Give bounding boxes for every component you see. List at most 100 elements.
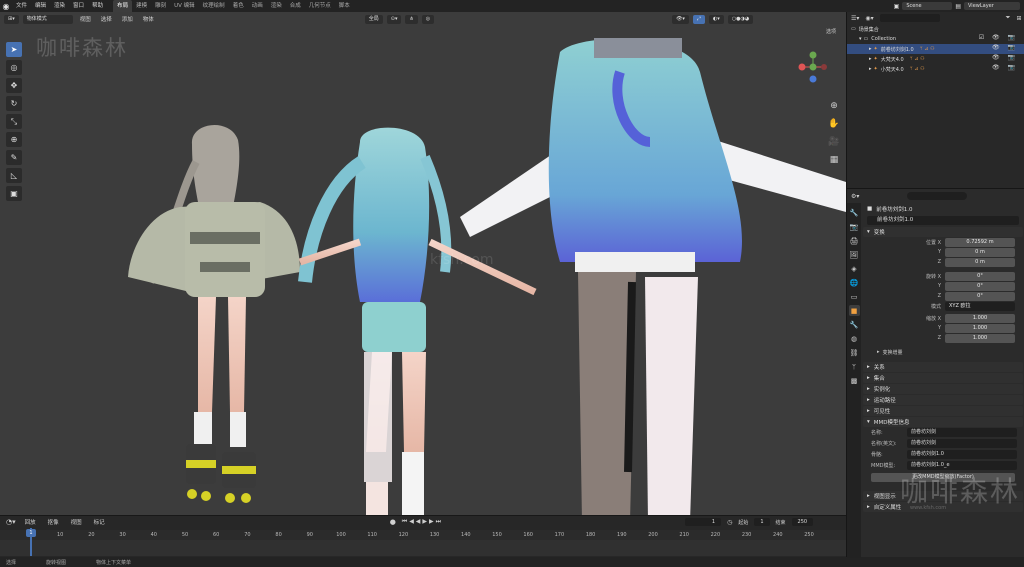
location-z-field[interactable]: 0 m [945, 257, 1015, 267]
properties-search-input[interactable] [907, 192, 967, 200]
tab-animation[interactable]: 动画 [248, 0, 267, 12]
menu-help[interactable]: 帮助 [88, 0, 107, 12]
navigation-gizmo-icon[interactable] [796, 50, 830, 84]
rotation-z-field[interactable]: 0° [945, 291, 1015, 301]
object-visibility-icons[interactable]: 👁 📷 [992, 54, 1018, 61]
scale-z-field[interactable]: 1.000 [945, 333, 1015, 343]
modifier-tab-icon[interactable]: 🔧 [849, 319, 860, 330]
rotation-mode-dropdown[interactable]: XYZ 欧拉 [945, 301, 1015, 311]
viewport-menu-view[interactable]: 视图 [77, 15, 94, 23]
mmd-armature-field[interactable]: 前卷坊刘剑1.0 [907, 450, 1017, 459]
view-layer-field[interactable]: ViewLayer [964, 2, 1020, 10]
scale-icon[interactable]: ⤡ [6, 114, 22, 129]
playhead-frame[interactable]: 1 [26, 529, 36, 537]
tab-shading[interactable]: 着色 [229, 0, 248, 12]
timeline-menu-marker[interactable]: 标记 [91, 518, 108, 526]
timeline-editor-icon[interactable]: ◔▾ [6, 518, 16, 526]
mmd-panel-header[interactable]: ▾ MMD模型信息 [863, 417, 1023, 427]
annotate-icon[interactable]: ✎ [6, 150, 22, 165]
transform-orientation-dropdown[interactable]: 全局 [364, 14, 383, 24]
grid-icon[interactable]: ▦ [828, 154, 840, 166]
clock-icon[interactable]: ◷ [727, 519, 732, 526]
options-dropdown[interactable]: 选项 [826, 28, 836, 35]
camera-icon[interactable]: 🎥 [828, 136, 840, 148]
tab-modeling[interactable]: 建模 [132, 0, 151, 12]
visibility-icon[interactable]: 👁▾ [672, 14, 689, 24]
outliner-search-input[interactable] [879, 14, 940, 22]
timeline-ruler[interactable]: 1102030405060708090100110120130140150160… [0, 530, 846, 540]
mode-dropdown[interactable]: 物体模式 [22, 14, 73, 24]
end-frame-field[interactable]: 250 [791, 518, 814, 526]
collections-panel-header[interactable]: ▸ 集合 [863, 373, 1023, 383]
timeline-menu-keying[interactable]: 抠像 [45, 518, 62, 526]
transform-panel-header[interactable]: ▾ 变换 [863, 227, 1023, 237]
tab-rendering[interactable]: 渲染 [267, 0, 286, 12]
snap-icon[interactable]: ⋔ [405, 14, 418, 24]
record-icon[interactable]: ● [390, 518, 396, 526]
filter-icon[interactable]: ⏷ [1006, 14, 1011, 22]
editor-type-button[interactable]: ⊞▾ [4, 14, 19, 24]
tab-sculpting[interactable]: 雕刻 [151, 0, 170, 12]
current-frame-field[interactable]: 1 [685, 518, 722, 526]
object-tab-icon[interactable]: ■ [848, 305, 860, 316]
outliner-editor-icon[interactable]: ☰▾ [851, 15, 859, 22]
collection-expand-icon[interactable]: ▾ [859, 36, 862, 42]
menu-window[interactable]: 窗口 [69, 0, 88, 12]
rotation-x-field[interactable]: 0° [945, 271, 1015, 281]
tab-scripting[interactable]: 脚本 [335, 0, 354, 12]
physics-tab-icon[interactable]: ◍ [849, 333, 860, 344]
data-tab-icon[interactable]: ᛘ [849, 361, 860, 372]
overlays-icon[interactable]: ◐▾ [708, 14, 724, 24]
object-name-field[interactable]: 前卷坊刘剑1.0 [867, 216, 1019, 225]
start-frame-field[interactable]: 1 [754, 518, 770, 526]
scale-x-field[interactable]: 1.000 [945, 313, 1015, 323]
motion-paths-panel-header[interactable]: ▸ 运动路径 [863, 395, 1023, 405]
scene-field[interactable]: Scene [902, 2, 953, 10]
menu-render[interactable]: 渲染 [50, 0, 69, 12]
transform-icon[interactable]: ⊕ [6, 132, 22, 147]
expand-icon[interactable]: ▸ [869, 56, 872, 62]
tab-geometry-nodes[interactable]: 几何节点 [305, 0, 335, 12]
timeline-menu-view[interactable]: 视图 [68, 518, 85, 526]
figure-left[interactable] [128, 124, 300, 503]
rotation-y-field[interactable]: 0° [945, 281, 1015, 291]
pan-hand-icon[interactable]: ✋ [828, 118, 840, 130]
outliner-display-icon[interactable]: ◉▾ [865, 15, 873, 22]
tab-texture-paint[interactable]: 纹理绘制 [199, 0, 229, 12]
timeline-track[interactable] [0, 540, 846, 556]
expand-icon[interactable]: ▸ [869, 66, 872, 72]
outliner[interactable]: ☰▾ ◉▾ ⏷ ⊞ ▭ 场景集合 ▾ ▭ Collection ☑ 👁 📷 ▸ … [846, 12, 1024, 188]
viewport-menu-object[interactable]: 物体 [140, 15, 157, 23]
viewport-menu-select[interactable]: 选择 [98, 15, 115, 23]
mmd-name-field[interactable]: 前卷坊刘剑 [907, 428, 1017, 437]
world-tab-icon[interactable]: 🌐 [849, 277, 860, 288]
collection-row[interactable]: ▾ ▭ Collection ☑ 👁 📷 [847, 34, 1024, 44]
playback-controls[interactable]: ⏮◀◀▶▶⏭ [402, 518, 443, 526]
view-layer-tab-icon[interactable]: 🖼 [849, 249, 860, 260]
tab-uv-editing[interactable]: UV 编辑 [170, 0, 199, 12]
mmd-model-field[interactable]: 前卷坊刘剑1.0_e [907, 461, 1017, 470]
scene-tab-icon[interactable]: ◈ [849, 263, 860, 274]
shading-modes-icon[interactable]: ○●◑◕ [727, 14, 754, 24]
figure-right[interactable] [460, 38, 846, 515]
mmd-name-en-field[interactable]: 前卷坊刘剑 [907, 439, 1017, 448]
object-visibility-icons[interactable]: 👁 📷 [992, 64, 1018, 71]
figure-middle[interactable] [298, 127, 537, 515]
select-box-icon[interactable]: ➤ [6, 42, 22, 57]
relations-panel-header[interactable]: ▸ 关系 [863, 362, 1023, 372]
render-tab-icon[interactable]: 📷 [849, 221, 860, 232]
expand-icon[interactable]: ▸ [869, 46, 872, 52]
location-y-field[interactable]: 0 m [945, 247, 1015, 257]
tab-layout[interactable]: 布局 [113, 0, 133, 12]
tab-compositing[interactable]: 合成 [286, 0, 305, 12]
properties-editor-icon[interactable]: ⚙▾ [851, 193, 859, 200]
gizmo-toggle-icon[interactable]: ⤢ [692, 14, 705, 24]
measure-icon[interactable]: ◺ [6, 168, 22, 183]
blender-logo-icon[interactable]: ◉ [0, 0, 12, 12]
3d-viewport[interactable]: ⊞▾ 物体模式 视图 选择 添加 物体 全局 ⊙▾ ⋔ ◎ 👁▾ ⤢ ◐▾ ○●… [0, 12, 846, 515]
location-x-field[interactable]: 0.72592 m [945, 237, 1015, 247]
cursor-icon[interactable]: ◎ [6, 60, 22, 75]
zoom-icon[interactable]: ⊕ [828, 100, 840, 112]
constraints-tab-icon[interactable]: ⛓ [849, 347, 860, 358]
timeline-menu-playback[interactable]: 回放 [22, 518, 39, 526]
